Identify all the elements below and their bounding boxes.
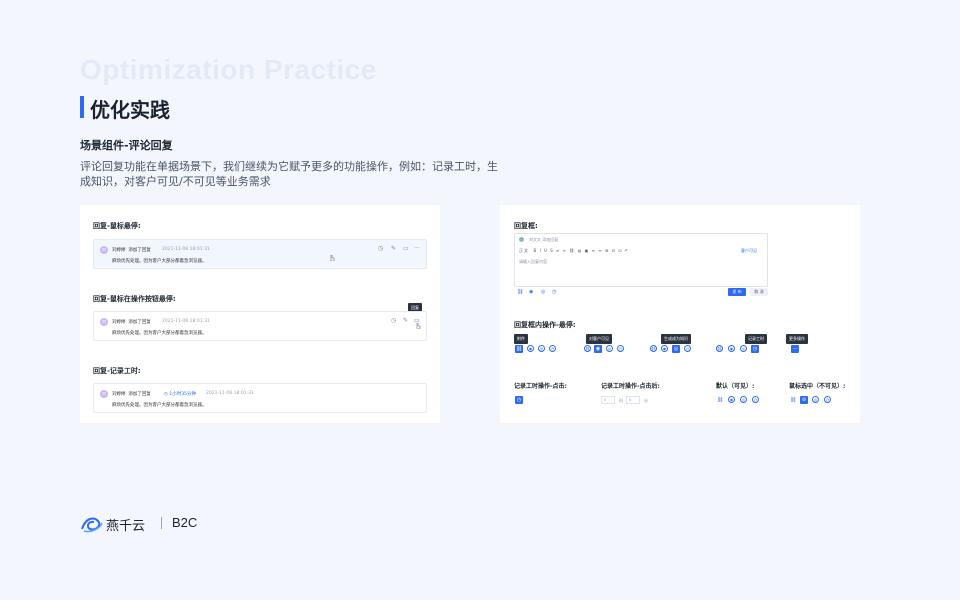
comment-button-hover[interactable]: 刘 刘婷婷 添加了回复 2021-11-08 18:01:31 麻烦优先处理。因… bbox=[93, 311, 427, 341]
knowledge-icon[interactable]: ◎ bbox=[606, 345, 613, 352]
clock-icon[interactable]: ◷ bbox=[378, 246, 383, 252]
title-accent-bar bbox=[80, 96, 84, 118]
attachment-icon[interactable]: ⛓ bbox=[650, 345, 657, 352]
reply-icon[interactable]: ▭ bbox=[403, 246, 409, 252]
minute-unit: 分 bbox=[644, 398, 648, 403]
hand-cursor-icon bbox=[416, 323, 421, 329]
knowledge-icon[interactable]: ◎ bbox=[541, 289, 545, 295]
edit-icon[interactable]: ✎ bbox=[391, 246, 396, 252]
right-demo-card: 回复框: 刘文文 添加回复 正文 B I U S ≡ ≡ ⛓ ▤ ▣ ≡ ≡ ⊞… bbox=[500, 205, 860, 423]
tip-customer-visible: 对客户可见 bbox=[586, 334, 612, 344]
clock-icon[interactable]: ◷ bbox=[824, 396, 831, 403]
more-icon[interactable]: ··· bbox=[414, 246, 420, 252]
tip-more: 更多操作 bbox=[786, 334, 808, 344]
comment-time: 2021-11-08 18:01:31 bbox=[162, 319, 210, 324]
clock-icon-active[interactable]: ◷ bbox=[515, 396, 523, 404]
customer-visible-toggle[interactable]: 客户可见 bbox=[741, 248, 757, 254]
reply-placeholder[interactable]: 请输入回复内容 bbox=[519, 259, 547, 265]
attachment-icon[interactable]: ⛓ bbox=[716, 345, 723, 352]
section-description: 评论回复功能在单据场景下，我们继续为它赋予更多的功能操作，例如：记录工时，生成知… bbox=[80, 160, 498, 188]
attachment-icon-active[interactable]: ⛓ bbox=[515, 345, 523, 353]
brand-logo-icon bbox=[81, 517, 103, 533]
hand-cursor-icon bbox=[330, 255, 335, 261]
avatar: 刘 bbox=[100, 246, 108, 254]
brand-name: 燕千云 bbox=[106, 519, 146, 534]
attachment-icon[interactable]: ⛓ bbox=[584, 345, 591, 352]
worktime-click-label: 记录工时操作-点击: bbox=[514, 383, 567, 390]
attachment-icon[interactable]: ⛓ bbox=[790, 397, 796, 403]
inbox-hover-label: 回复框内操作-悬停: bbox=[514, 321, 576, 329]
left-demo-card: 回复-鼠标悬停: 刘 刘婷婷 添加了回复 2021-11-08 18:01:31… bbox=[80, 205, 440, 423]
visible-icon[interactable]: ◉ bbox=[728, 396, 735, 403]
invisible-icon-active[interactable]: ⊘ bbox=[800, 396, 808, 404]
minute-input[interactable]: 0 bbox=[626, 396, 640, 404]
editor-toolbar[interactable]: 正文 B I U S ≡ ≡ ⛓ ▤ ▣ ≡ ≡ ⊞ ⊟ ⊡ ↶ bbox=[519, 248, 629, 254]
clock-icon[interactable]: ◷ bbox=[617, 345, 624, 352]
worktime-after-label: 记录工时操作-点击后: bbox=[601, 383, 660, 390]
selected-invisible-label: 鼠标选中（不可见）: bbox=[789, 383, 846, 390]
page-title: 优化实践 bbox=[90, 98, 170, 122]
clock-icon-active[interactable]: ◷ bbox=[751, 345, 759, 353]
clock-icon[interactable]: ◷ bbox=[552, 289, 556, 295]
visible-icon[interactable]: ◉ bbox=[529, 289, 533, 295]
section-subtitle: 场景组件-评论回复 bbox=[80, 139, 173, 152]
tip-worktime: 记录工时 bbox=[745, 334, 767, 344]
comment-worktime[interactable]: 刘 刘婷婷 添加了回复 ◷ 1小时35分钟 2021-11-08 18:01:3… bbox=[93, 383, 427, 413]
clock-icon[interactable]: ◷ bbox=[684, 345, 691, 352]
reply-box-label: 回复框: bbox=[514, 222, 538, 230]
product-name: B2C bbox=[172, 515, 198, 530]
comment-time: 2021-11-08 18:01:31 bbox=[206, 391, 254, 396]
visible-icon[interactable]: ◉ bbox=[527, 345, 534, 352]
avatar: 刘 bbox=[100, 318, 108, 326]
comment-user: 刘婷婷 添加了回复 bbox=[112, 320, 151, 325]
more-icon-active[interactable]: ⋯ bbox=[791, 345, 799, 353]
footer-divider bbox=[161, 517, 162, 529]
comment-user: 刘婷婷 添加了回复 bbox=[112, 248, 151, 253]
visible-icon-active[interactable]: ◉ bbox=[594, 345, 602, 353]
knowledge-icon-active[interactable]: ◎ bbox=[672, 345, 680, 353]
send-button[interactable]: 发 布 bbox=[728, 288, 746, 296]
knowledge-icon[interactable]: ◎ bbox=[538, 345, 545, 352]
tip-knowledge: 生成成为知识 bbox=[661, 334, 691, 344]
attachment-icon[interactable]: ⛓ bbox=[517, 289, 523, 295]
comment-hover[interactable]: 刘 刘婷婷 添加了回复 2021-11-08 18:01:31 麻烦优先处理。因… bbox=[93, 239, 427, 269]
worktime-duration: ◷ 1小时35分钟 bbox=[164, 392, 196, 397]
button-hover-section-label: 回复-鼠标在操作按钮悬停: bbox=[93, 295, 176, 303]
comment-text: 麻烦优先处理。因为客户大部分都着急浏览器。 bbox=[112, 331, 207, 336]
attachment-icon[interactable]: ⛓ bbox=[717, 397, 723, 403]
clock-icon[interactable]: ◷ bbox=[549, 345, 556, 352]
hour-unit: 时 bbox=[619, 398, 623, 403]
clock-icon[interactable]: ◷ bbox=[391, 318, 396, 324]
knowledge-icon[interactable]: ◎ bbox=[740, 396, 747, 403]
comment-user: 刘婷婷 添加了回复 bbox=[112, 392, 151, 397]
hour-input[interactable]: 0 bbox=[601, 396, 615, 404]
reply-editor[interactable]: 刘文文 添加回复 正文 B I U S ≡ ≡ ⛓ ▤ ▣ ≡ ≡ ⊞ ⊟ ⊡ … bbox=[514, 233, 768, 287]
avatar: 刘 bbox=[100, 390, 108, 398]
knowledge-icon[interactable]: ◎ bbox=[812, 396, 819, 403]
visible-icon[interactable]: ◉ bbox=[728, 345, 735, 352]
tip-attachment: 附件 bbox=[514, 334, 528, 344]
ghost-title: Optimization Practice bbox=[80, 54, 377, 85]
visible-icon[interactable]: ◉ bbox=[661, 345, 668, 352]
knowledge-icon[interactable]: ◎ bbox=[740, 345, 747, 352]
edit-icon[interactable]: ✎ bbox=[403, 318, 408, 324]
cancel-button[interactable]: 取 消 bbox=[750, 288, 768, 296]
default-visible-label: 默认（可见）: bbox=[716, 383, 755, 390]
hover-section-label: 回复-鼠标悬停: bbox=[93, 222, 141, 230]
clock-icon[interactable]: ◷ bbox=[752, 396, 759, 403]
comment-text: 麻烦优先处理。因为客户大部分都着急浏览器。 bbox=[112, 403, 207, 408]
comment-time: 2021-11-08 18:01:31 bbox=[162, 247, 210, 252]
recipient-avatar bbox=[519, 237, 524, 242]
recipients: 刘文文 添加回复 bbox=[529, 237, 559, 242]
worktime-section-label: 回复-记录工时: bbox=[93, 367, 141, 375]
comment-text: 麻烦优先处理。因为客户大部分都着急浏览器。 bbox=[112, 259, 207, 264]
